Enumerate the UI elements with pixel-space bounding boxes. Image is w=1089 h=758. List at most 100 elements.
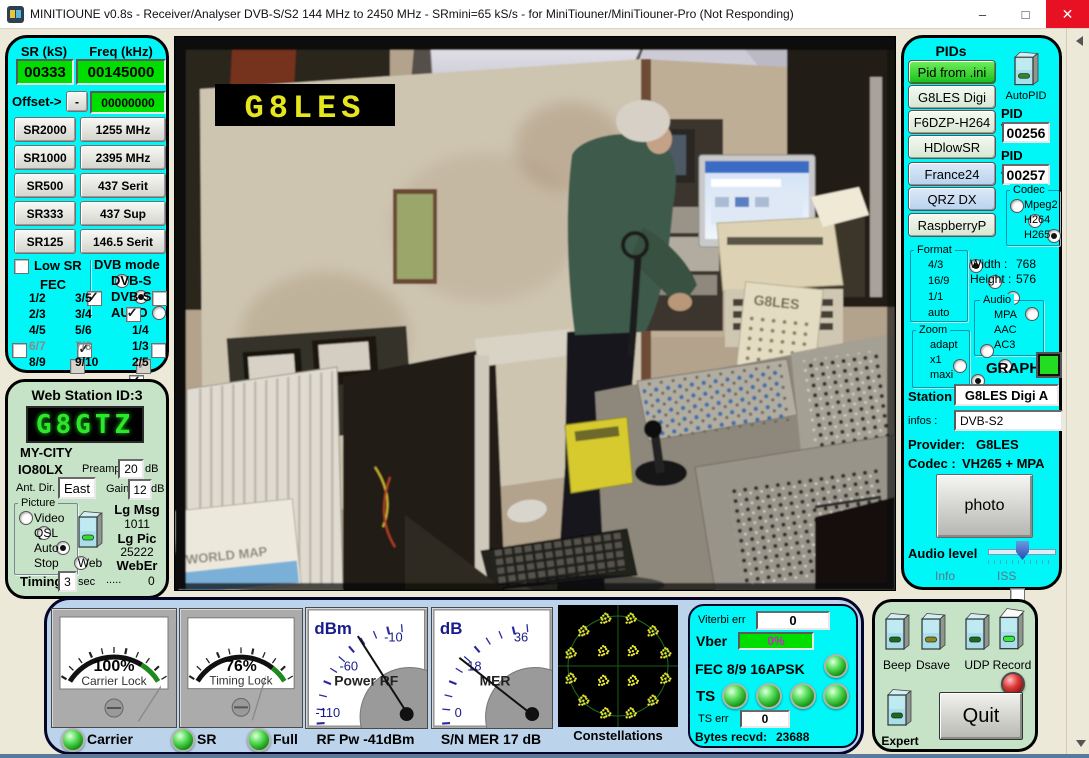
fec-checkbox-label: 5/6 [75,323,92,337]
rf-power-reading: RF Pw -41dBm [305,731,426,747]
dvb-auto-radio[interactable] [152,306,166,320]
freq-preset-button[interactable]: 437 Sup [80,201,166,226]
width-label: Width : [970,257,1007,271]
format-11-label: 1/1 [928,291,943,303]
autopid-toggle-switch[interactable] [1012,49,1040,91]
graph-indicator[interactable] [1038,354,1060,376]
timing-field[interactable]: 3 [58,571,77,592]
fec-status-led [824,654,848,678]
scroll-arrow-icon[interactable] [1076,740,1086,747]
udp-toggle-switch[interactable] [963,610,991,656]
ts-err-field: 0 [740,710,790,728]
carrier-lock-label: Carrier Lock [81,674,147,688]
viterbi-err-label: Viterbi err [698,614,745,626]
pids-panel: PIDs Pid from .ini G8LES Digi F6DZP-H264… [901,35,1062,590]
zoom-adapt-radio[interactable] [953,359,967,373]
pid-audio-field[interactable]: 00257 [1002,164,1050,185]
fec-checkbox[interactable] [126,307,141,322]
record-toggle-switch[interactable] [997,608,1025,656]
audio-level-slider-thumb[interactable] [1016,541,1029,560]
audio-aac-label: AAC [994,324,1017,336]
rf-tick-hi: -10 [384,630,403,645]
photo-button[interactable]: photo [936,474,1033,538]
station-field[interactable]: G8LES Digi A [954,384,1059,406]
weber-value: 0 [148,574,155,588]
low-sr-checkbox[interactable] [14,259,29,274]
fec-checkbox[interactable] [152,291,167,306]
fec-checkbox[interactable] [12,343,27,358]
codec-h265-label: H265 [1024,229,1050,241]
width-value: 768 [1016,257,1036,271]
pid-video-field[interactable]: 00256 [1002,122,1050,143]
rf-tick-lo: -110 [315,705,340,720]
sr-preset-button[interactable]: SR333 [14,201,76,226]
pids-title: PIDs [908,43,994,59]
format-group-label: Format [914,244,955,256]
freq-preset-button[interactable]: 1255 MHz [80,117,166,142]
web-toggle-switch[interactable] [76,508,104,554]
maximize-button[interactable]: □ [1004,0,1047,28]
carrier-led [61,728,85,752]
infos-field[interactable]: DVB-S2 [954,410,1063,431]
callsign-overlay-text: G8LES [244,90,365,127]
dvb-s-radio-label: DVB-S [111,273,151,288]
vber-label: Vber [696,633,727,649]
web-station-title: Web Station ID:3 [8,387,166,403]
pid-preset-button[interactable]: F6DZP-H264 [908,110,996,134]
provider-value: G8LES [976,437,1019,452]
format-43-label: 4/3 [928,259,943,271]
preamp-field[interactable]: 20 [118,459,144,479]
freq-preset-button[interactable]: 437 Serit [80,173,166,198]
freq-value-field[interactable]: 00145000 [76,59,166,85]
sr-preset-button[interactable]: SR125 [14,229,76,254]
picture-stop-label: Stop [34,556,59,570]
picture-video-radio[interactable] [19,511,33,525]
viterbi-err-field: 0 [756,611,830,630]
offset-sign-button[interactable]: - [66,91,88,112]
codec-info-label: Codec : [908,456,956,471]
preamp-unit: dB [145,463,158,475]
zoom-adapt-label: adapt [930,339,958,351]
sr-preset-button[interactable]: SR500 [14,173,76,198]
expert-toggle-switch[interactable] [885,686,913,732]
zoom-x1-label: x1 [930,354,942,366]
fec-checkbox-label: 9/10 [75,355,98,369]
right-strip-divider [1066,28,1067,755]
close-button[interactable]: ✕ [1046,0,1089,28]
ts-label: TS [696,688,715,705]
sr-preset-button[interactable]: SR1000 [14,145,76,170]
gain-field[interactable]: 12 [128,479,152,500]
ant-dir-field[interactable]: East [58,477,96,499]
dsave-toggle-switch[interactable] [919,610,947,656]
pid-preset-button[interactable]: France24 [908,162,996,186]
sr-preset-button[interactable]: SR2000 [14,117,76,142]
audio-aac-radio[interactable] [980,344,994,358]
pid-preset-button[interactable]: QRZ DX [908,187,996,211]
pid-preset-button[interactable]: HDlowSR [908,135,996,159]
pid-from-ini-button[interactable]: Pid from .ini [908,60,996,84]
pid-preset-button[interactable]: G8LES Digi [908,85,996,109]
codec-mpeg2-radio[interactable] [1010,199,1024,213]
fec-checkbox[interactable] [151,343,166,358]
scroll-arrow-icon[interactable] [1076,36,1083,46]
window-title: MINITIOUNE v0.8s - Receiver/Analyser DVB… [30,0,794,28]
beep-toggle-switch[interactable] [883,610,911,656]
height-label: Height : [970,272,1011,286]
freq-preset-button[interactable]: 146.5 Serit [80,229,166,254]
callsign-display: G8GTZ [26,406,144,443]
carrier-led-label: Carrier [87,731,133,747]
minimize-button[interactable]: – [961,0,1004,28]
infos-label: infos : [908,415,937,427]
offset-value-field[interactable]: 00000000 [90,91,166,114]
sr-value-field[interactable]: 00333 [16,59,74,85]
offset-label: Offset-> [12,94,61,109]
fec-status-label: FEC 8/9 16APSK [695,661,805,677]
record-toggle-label: Record [989,658,1035,672]
freq-preset-button[interactable]: 2395 MHz [80,145,166,170]
quit-button[interactable]: Quit [939,692,1023,740]
codec-group-label: Codec [1010,184,1048,196]
titlebar[interactable]: MINITIOUNE v0.8s - Receiver/Analyser DVB… [0,0,1089,29]
lg-msg-value: 1011 [108,517,166,531]
pid-preset-button[interactable]: RaspberryP [908,213,996,237]
fec-checkbox-label: 1/2 [29,291,46,305]
